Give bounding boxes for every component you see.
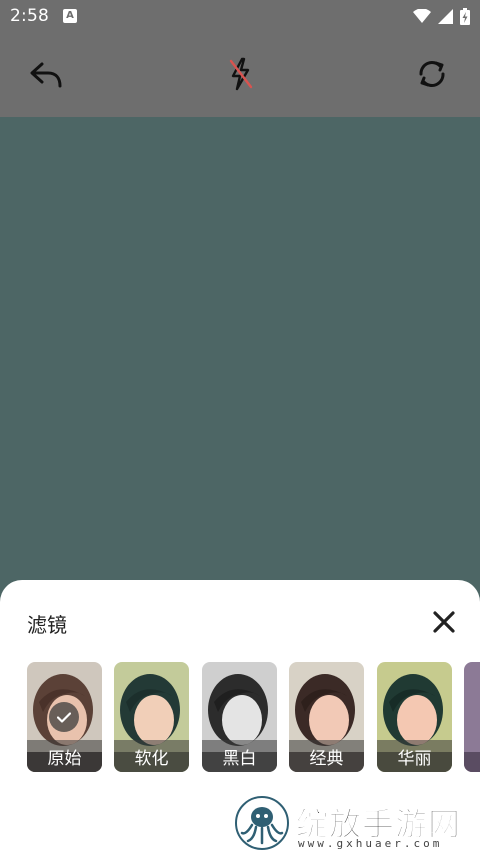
filter-label-bar: 经典 [289, 740, 364, 772]
watermark-url: www.gxhuaer.com [298, 837, 443, 850]
filter-item-bw[interactable]: 黑白 [202, 662, 277, 772]
sheet-title: 滤镜 [27, 613, 67, 637]
watermark: 绽放手游网 www.gxhuaer.com [234, 793, 480, 853]
status-icons [413, 7, 470, 25]
wifi-icon [413, 9, 431, 23]
filter-thumbnail [464, 662, 480, 772]
filter-label: 原始 [47, 748, 82, 769]
filter-label: 华丽 [397, 748, 432, 769]
flash-off-icon [229, 57, 253, 91]
status-time: 2:58 [10, 6, 49, 26]
filter-label-bar: 华丽 [377, 740, 452, 772]
filter-label: 经典 [309, 748, 344, 769]
camera-toolbar [0, 32, 480, 117]
filter-label: 软化 [134, 748, 169, 769]
filter-item-classic[interactable]: 经典 [289, 662, 364, 772]
filter-label: 黑白 [222, 748, 257, 769]
close-icon [433, 611, 455, 633]
filter-label-bar: 软化 [114, 740, 189, 772]
undo-arrow-icon [30, 62, 62, 88]
filter-item-original[interactable]: 原始 [27, 662, 102, 772]
checkmark-icon [57, 711, 71, 723]
filter-list: 原始 软化 黑白 经典 华丽 [0, 662, 480, 772]
close-button[interactable] [430, 608, 458, 636]
switch-camera-icon [419, 61, 445, 87]
switch-camera-button[interactable] [412, 54, 452, 94]
signal-icon [438, 8, 453, 24]
filter-item-soft[interactable]: 软化 [114, 662, 189, 772]
flash-toggle-button[interactable] [220, 54, 260, 94]
camera-screen: 2:58 A 滤镜 原始 软化 黑白 经典 华丽 绽放手游网 www.gxhua… [0, 0, 480, 853]
camera-preview[interactable] [0, 117, 480, 587]
battery-icon [460, 7, 470, 25]
selected-check [49, 702, 79, 732]
octopus-logo-icon [235, 796, 289, 850]
notification-icon: A [62, 9, 77, 23]
status-bar: 2:58 A [0, 0, 480, 32]
notification-letter: A [66, 10, 74, 21]
filter-item-gorgeous[interactable]: 华丽 [377, 662, 452, 772]
filter-label-bar: 黑白 [202, 740, 277, 772]
filter-item-next-partial[interactable] [464, 662, 480, 772]
filter-label-bar: 原始 [27, 740, 102, 772]
back-button[interactable] [26, 54, 66, 94]
